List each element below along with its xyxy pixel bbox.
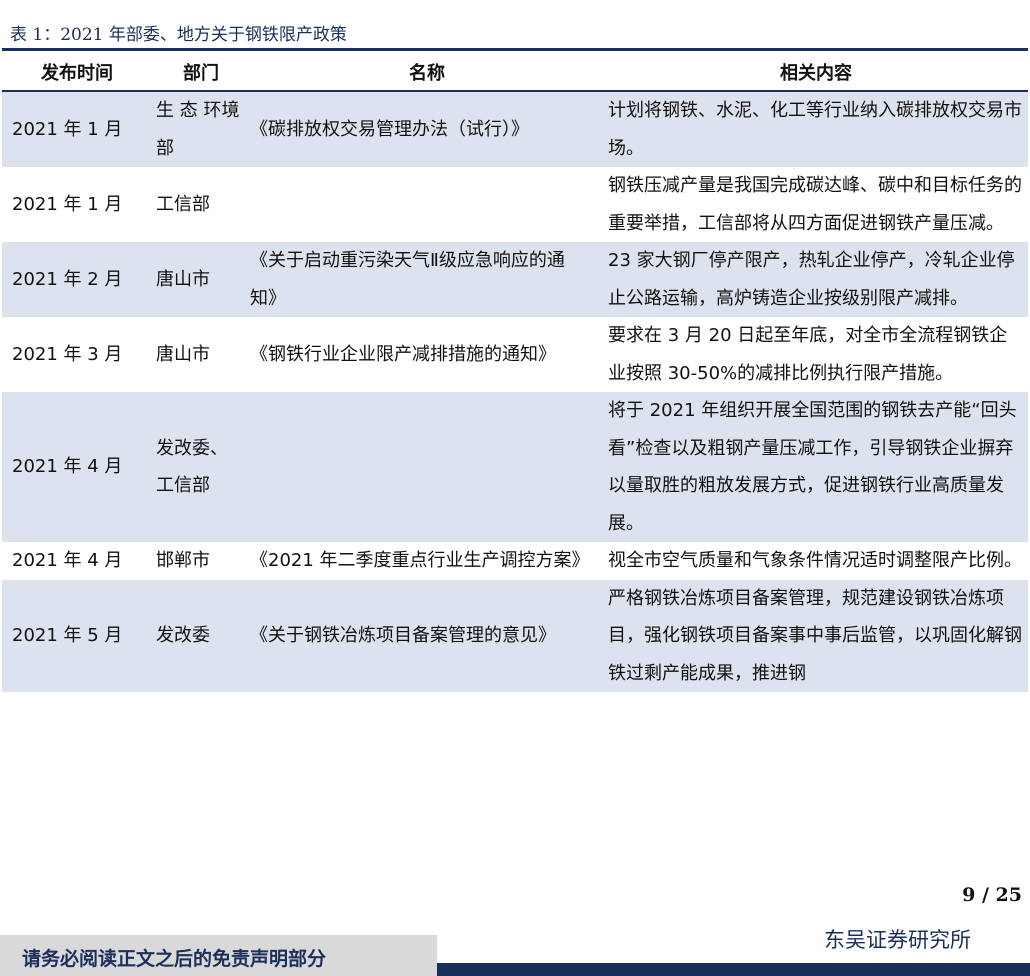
firm-name: 东吴证券研究所: [824, 928, 971, 952]
header-time: 发布时间: [2, 53, 152, 92]
cell-content: 视全市空气质量和气象条件情况适时调整限产比例。: [604, 542, 1028, 580]
cell-dept: 唐山市: [152, 242, 250, 317]
policy-table: 发布时间 部门 名称 相关内容 2021 年 1 月 生 态 环境部 《碳排放权…: [2, 53, 1028, 692]
cell-time: 2021 年 4 月: [2, 542, 152, 580]
cell-time: 2021 年 1 月: [2, 167, 152, 242]
header-dept: 部门: [152, 53, 250, 92]
cell-time: 2021 年 1 月: [2, 91, 152, 167]
table-header-row: 发布时间 部门 名称 相关内容: [2, 53, 1028, 92]
cell-name: [250, 392, 604, 542]
cell-content: 23 家大钢厂停产限产，热轧企业停产，冷轧企业停止公路运输，高炉铸造企业按级别限…: [604, 242, 1028, 317]
page-number: 9 / 25: [962, 884, 1022, 906]
cell-name: 《关于启动重污染天气Ⅱ级应急响应的通知》: [250, 242, 604, 317]
caption-rule: [2, 48, 1028, 51]
cell-time: 2021 年 4 月: [2, 392, 152, 542]
cell-dept: 唐山市: [152, 317, 250, 392]
cell-dept: 邯郸市: [152, 542, 250, 580]
cell-content: 将于 2021 年组织开展全国范围的钢铁去产能“回头看”检查以及粗钢产量压减工作…: [604, 392, 1028, 542]
table-caption: 表 1：2021 年部委、地方关于钢铁限产政策: [10, 25, 347, 45]
cell-name: 《钢铁行业企业限产减排措施的通知》: [250, 317, 604, 392]
cell-dept: 生 态 环境部: [152, 91, 250, 167]
cell-content: 要求在 3 月 20 日起至年底，对全市全流程钢铁企业按照 30-50%的减排比…: [604, 317, 1028, 392]
cell-name: 《关于钢铁冶炼项目备案管理的意见》: [250, 579, 604, 692]
cell-name: 《碳排放权交易管理办法（试行）》: [250, 91, 604, 167]
cell-dept: 发改委、工信部: [152, 392, 250, 542]
disclaimer-text: 请务必阅读正文之后的免责声明部分: [22, 948, 327, 970]
cell-time: 2021 年 3 月: [2, 317, 152, 392]
header-name: 名称: [250, 53, 604, 92]
header-content: 相关内容: [604, 53, 1028, 92]
cell-name: 《2021 年二季度重点行业生产调控方案》: [250, 542, 604, 580]
cell-name: [250, 167, 604, 242]
table-row: 2021 年 5 月 发改委 《关于钢铁冶炼项目备案管理的意见》 严格钢铁冶炼项…: [2, 579, 1028, 692]
cell-content: 严格钢铁冶炼项目备案管理，规范建设钢铁冶炼项目，强化钢铁项目备案事中事后监管，以…: [604, 579, 1028, 692]
cell-dept: 发改委: [152, 579, 250, 692]
table-row: 2021 年 3 月 唐山市 《钢铁行业企业限产减排措施的通知》 要求在 3 月…: [2, 317, 1028, 392]
footer-accent-bar: [437, 963, 1030, 976]
table-row: 2021 年 1 月 工信部 钢铁压减产量是我国完成碳达峰、碳中和目标任务的重要…: [2, 167, 1028, 242]
table-row: 2021 年 4 月 邯郸市 《2021 年二季度重点行业生产调控方案》 视全市…: [2, 542, 1028, 580]
cell-content: 钢铁压减产量是我国完成碳达峰、碳中和目标任务的重要举措，工信部将从四方面促进钢铁…: [604, 167, 1028, 242]
cell-content: 计划将钢铁、水泥、化工等行业纳入碳排放权交易市场。: [604, 91, 1028, 167]
cell-time: 2021 年 2 月: [2, 242, 152, 317]
table-row: 2021 年 2 月 唐山市 《关于启动重污染天气Ⅱ级应急响应的通知》 23 家…: [2, 242, 1028, 317]
cell-dept: 工信部: [152, 167, 250, 242]
cell-time: 2021 年 5 月: [2, 579, 152, 692]
table-row: 2021 年 1 月 生 态 环境部 《碳排放权交易管理办法（试行）》 计划将钢…: [2, 91, 1028, 167]
table-row: 2021 年 4 月 发改委、工信部 将于 2021 年组织开展全国范围的钢铁去…: [2, 392, 1028, 542]
